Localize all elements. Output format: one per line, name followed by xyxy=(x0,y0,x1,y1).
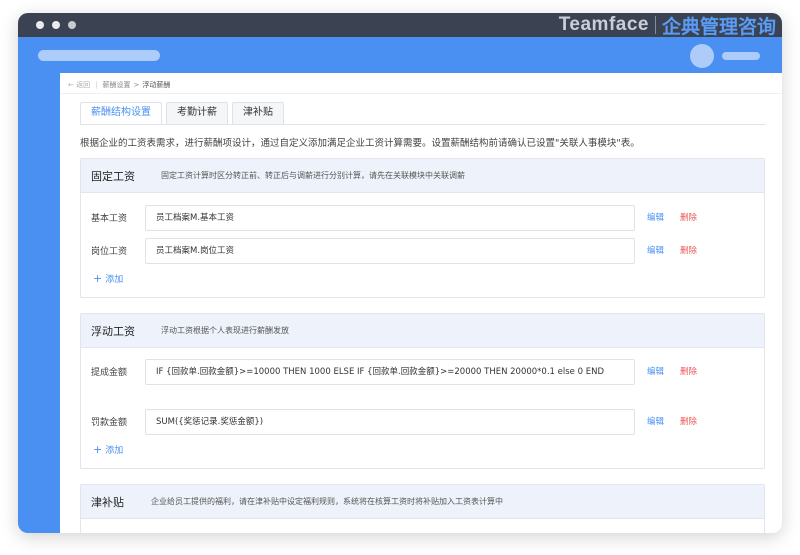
edit-button[interactable]: 编辑 xyxy=(647,415,664,427)
plus-icon: + xyxy=(93,442,103,456)
delete-button[interactable]: 删除 xyxy=(680,415,697,427)
section-title: 浮动工资 xyxy=(91,324,135,338)
maximize-window-dot[interactable] xyxy=(68,21,76,29)
close-window-dot[interactable] xyxy=(36,21,44,29)
row-actions: 编辑 删除 xyxy=(647,244,697,256)
formula-field[interactable]: IF {回款单.回款金额}>=10000 THEN 1000 ELSE IF {… xyxy=(145,359,635,385)
section-hint: 企业给员工提供的福利，请在津补贴中设定福利规则，系统将在核算工资时将补贴加入工资… xyxy=(151,497,503,506)
breadcrumb-current: 浮动薪酬 xyxy=(142,81,171,89)
section-header: 浮动工资 浮动工资根据个人表现进行薪酬发放 xyxy=(81,314,764,348)
tab-allowance[interactable]: 津补贴 xyxy=(232,102,284,124)
item-label: 提成金额 xyxy=(91,368,128,378)
brand-divider xyxy=(654,16,656,34)
tab-bar: 薪酬结构设置 考勤计薪 津补贴 xyxy=(80,102,284,124)
row-actions: 编辑 删除 xyxy=(647,211,697,223)
brand-name-en: Teamface xyxy=(558,14,649,35)
back-link[interactable]: ← 返回 xyxy=(68,80,90,90)
salary-item-row: 基本工资 员工档案M.基本工资 编辑 删除 xyxy=(91,205,754,231)
app-window: Teamface 企典管理咨询 ← 返回 | 薪酬设置 > 浮动薪酬 薪酬结构设… xyxy=(18,13,782,533)
breadcrumb: ← 返回 | 薪酬设置 > 浮动薪酬 xyxy=(68,80,170,90)
formula-field[interactable]: 员工档案M.基本工资 xyxy=(145,205,635,231)
minimize-window-dot[interactable] xyxy=(52,21,60,29)
add-label: 添加 xyxy=(105,275,124,285)
content-panel: ← 返回 | 薪酬设置 > 浮动薪酬 薪酬结构设置 考勤计薪 津补贴 根据企业的… xyxy=(60,73,782,533)
edit-button[interactable]: 编辑 xyxy=(647,211,664,223)
delete-button[interactable]: 删除 xyxy=(680,365,697,377)
section-fixed-salary: 固定工资 固定工资计算时区分转正前、转正后与调薪进行分别计算，请先在关联模块中关… xyxy=(80,158,765,298)
section-title: 津补贴 xyxy=(91,495,124,509)
tab-attendance-pay[interactable]: 考勤计薪 xyxy=(166,102,228,124)
formula-field[interactable]: 员工档案M.岗位工资 xyxy=(145,238,635,264)
row-actions: 编辑 删除 xyxy=(647,365,697,377)
section-header: 津补贴 企业给员工提供的福利，请在津补贴中设定福利规则，系统将在核算工资时将补贴… xyxy=(81,485,764,519)
brand-name-cn: 企典管理咨询 xyxy=(661,15,776,38)
top-header xyxy=(18,37,782,73)
salary-item-row: 岗位工资 员工档案M.岗位工资 编辑 删除 xyxy=(91,238,754,264)
sidebar xyxy=(18,73,60,533)
header-search-placeholder[interactable] xyxy=(38,50,160,61)
breadcrumb-separator: > xyxy=(133,81,140,89)
item-label: 基本工资 xyxy=(91,214,128,224)
add-label: 添加 xyxy=(105,446,124,456)
section-floating-salary: 浮动工资 浮动工资根据个人表现进行薪酬发放 提成金额 IF {回款单.回款金额}… xyxy=(80,313,765,469)
delete-button[interactable]: 删除 xyxy=(680,244,697,256)
user-name-placeholder[interactable] xyxy=(722,52,760,60)
edit-button[interactable]: 编辑 xyxy=(647,365,664,377)
plus-icon: + xyxy=(93,271,103,285)
breadcrumb-divider: | xyxy=(95,81,98,89)
section-allowance: 津补贴 企业给员工提供的福利，请在津补贴中设定福利规则，系统将在核算工资时将补贴… xyxy=(80,484,765,533)
add-item-button[interactable]: + 添加 xyxy=(93,271,124,286)
row-actions: 编辑 删除 xyxy=(647,415,697,427)
avatar[interactable] xyxy=(690,44,714,68)
item-label: 罚款金额 xyxy=(91,418,128,428)
item-label: 岗位工资 xyxy=(91,247,128,257)
salary-item-row: 提成金额 IF {回款单.回款金额}>=10000 THEN 1000 ELSE… xyxy=(91,359,754,385)
section-hint: 固定工资计算时区分转正前、转正后与调薪进行分别计算，请先在关联模块中关联调薪 xyxy=(161,171,465,180)
tab-underline xyxy=(80,124,766,125)
salary-item-row: 罚款金额 SUM({奖惩记录.奖惩金额}) 编辑 删除 xyxy=(91,409,754,435)
page-description: 根据企业的工资表需求，进行薪酬项设计，通过自定义添加满足企业工资计算需要。设置薪… xyxy=(80,138,640,149)
breadcrumb-parent[interactable]: 薪酬设置 xyxy=(102,80,130,90)
add-item-button[interactable]: + 添加 xyxy=(93,442,124,457)
delete-button[interactable]: 删除 xyxy=(680,211,697,223)
section-header: 固定工资 固定工资计算时区分转正前、转正后与调薪进行分别计算，请先在关联模块中关… xyxy=(81,159,764,193)
main-body: ← 返回 | 薪酬设置 > 浮动薪酬 薪酬结构设置 考勤计薪 津补贴 根据企业的… xyxy=(18,73,782,533)
section-hint: 浮动工资根据个人表现进行薪酬发放 xyxy=(161,326,289,335)
edit-button[interactable]: 编辑 xyxy=(647,244,664,256)
tab-salary-structure[interactable]: 薪酬结构设置 xyxy=(80,102,162,124)
formula-field[interactable]: SUM({奖惩记录.奖惩金额}) xyxy=(145,409,635,435)
section-title: 固定工资 xyxy=(91,169,135,183)
brand-logo: Teamface 企典管理咨询 xyxy=(558,13,776,38)
breadcrumb-divider-line xyxy=(60,93,782,94)
title-bar: Teamface 企典管理咨询 xyxy=(18,13,782,38)
